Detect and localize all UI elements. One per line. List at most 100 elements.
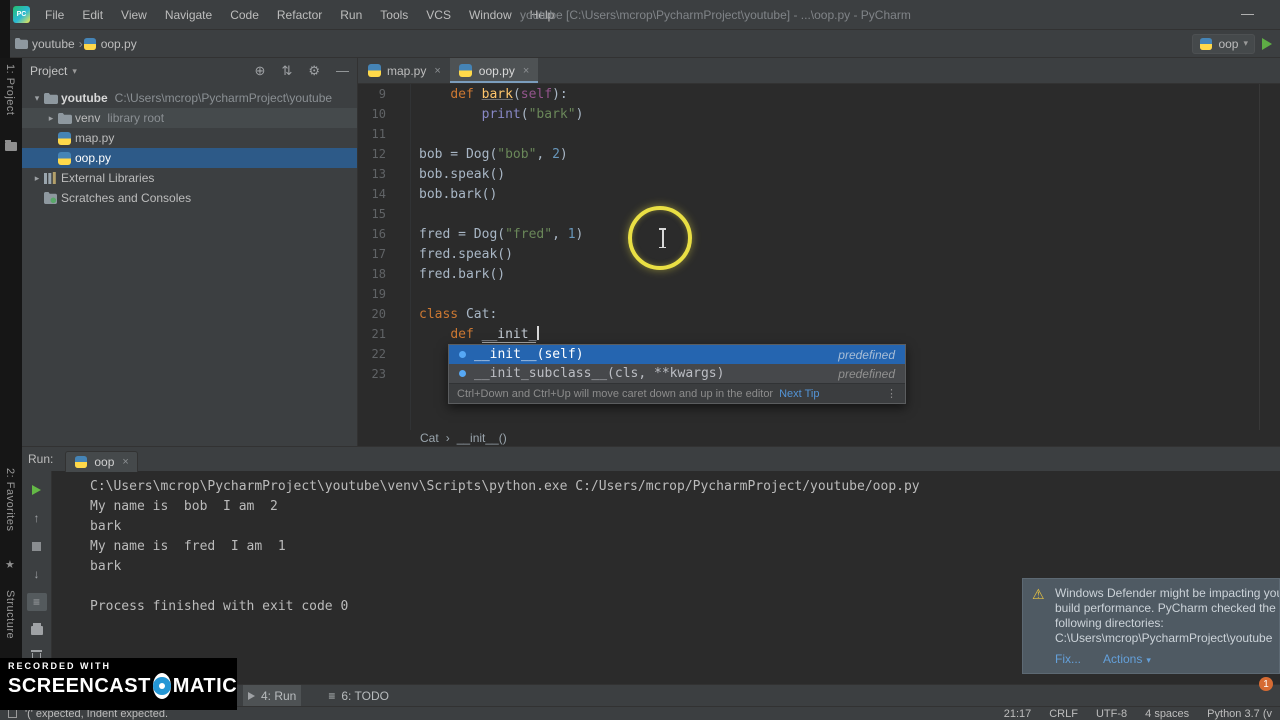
expand-collapse-icon[interactable]: ⇅	[281, 63, 292, 79]
toolwindow-toggle-icon[interactable]	[8, 709, 17, 718]
rerun-button[interactable]	[27, 481, 47, 499]
code-text: class Cat:	[419, 307, 498, 322]
tool-button-project[interactable]: 1: Project	[4, 64, 16, 115]
method-icon	[459, 351, 466, 358]
completion-popup: __init__(self) predefined __init_subclass_…	[448, 344, 906, 404]
code-line: 17 fred.speak()	[358, 244, 1280, 264]
tree-item-external-libraries[interactable]: ▸ External Libraries	[22, 168, 357, 188]
editor-tab-oop-py[interactable]: oop.py ×	[449, 58, 539, 83]
up-stack-button[interactable]: ↑	[27, 509, 47, 527]
menu-view[interactable]: View	[112, 0, 156, 30]
console-line: My name is bob I am 2	[90, 499, 278, 514]
python-run-config-icon	[1199, 37, 1213, 50]
tree-item-map-py[interactable]: map.py	[22, 128, 357, 148]
print-button[interactable]	[27, 621, 47, 639]
more-options-icon[interactable]: ⋮	[886, 387, 897, 400]
tree-item-youtube[interactable]: ▾ youtube C:\Users\mcrop\PycharmProject\yo…	[22, 88, 357, 108]
todo-list-icon: ≡	[328, 688, 336, 703]
completion-tail: predefined	[838, 366, 895, 381]
editor-tab-map-py[interactable]: map.py ×	[358, 58, 450, 83]
menu-window[interactable]: Window	[460, 0, 521, 30]
commit-tool-icon[interactable]	[5, 140, 17, 151]
code-line: 21 def __init_	[358, 324, 1280, 344]
minimize-button[interactable]: —	[1241, 0, 1254, 28]
code-text: print("bark")	[481, 107, 584, 122]
down-stack-button[interactable]: ↓	[27, 565, 47, 583]
menu-code[interactable]: Code	[221, 0, 268, 30]
event-count-badge[interactable]: 1	[1259, 677, 1273, 691]
tool-button-run[interactable]: 4: Run	[243, 684, 302, 707]
run-console-tab[interactable]: oop ×	[65, 450, 138, 472]
tree-toggle-icon[interactable]: ▸	[44, 113, 58, 124]
menu-refactor[interactable]: Refactor	[268, 0, 331, 30]
code-text: fred = Dog("fred", 1)	[419, 227, 584, 242]
tree-item-label: youtube	[61, 91, 108, 105]
completion-hint-text: Ctrl+Down and Ctrl+Up will move caret do…	[457, 387, 774, 400]
editor-breadcrumbs: Cat › __init__()	[358, 430, 1280, 446]
tool-button-structure[interactable]: Structure	[4, 590, 16, 639]
code-line: 9 def bark(self):	[358, 84, 1280, 104]
line-number: 20	[371, 307, 386, 321]
tree-item-scratches-and-consoles[interactable]: Scratches and Consoles	[22, 188, 357, 208]
tree-toggle-icon[interactable]: ▾	[30, 93, 44, 104]
tree-toggle-icon[interactable]: ▸	[30, 173, 44, 184]
status-item[interactable]: UTF-8	[1096, 708, 1127, 720]
line-number: 21	[371, 327, 386, 341]
tool-button-favorites[interactable]: 2: Favorites	[4, 468, 16, 531]
close-tab-icon[interactable]: ×	[523, 65, 529, 77]
tool-button-todo[interactable]: ≡ 6: TODO	[323, 685, 394, 707]
menu-edit[interactable]: Edit	[73, 0, 112, 30]
code-line: 13 bob.speak()	[358, 164, 1280, 184]
project-panel-title[interactable]: Project	[30, 64, 67, 78]
tree-item-oop-py[interactable]: oop.py	[22, 148, 357, 168]
menu-file[interactable]: File	[36, 0, 73, 30]
settings-gear-icon[interactable]: ⚙	[308, 63, 320, 79]
notification-balloon[interactable]: ⚠ Windows Defender might be impacting yo…	[1022, 578, 1280, 674]
menu-vcs[interactable]: VCS	[417, 0, 460, 30]
close-tab-icon[interactable]: ×	[434, 65, 440, 77]
menu-run[interactable]: Run	[331, 0, 371, 30]
hide-panel-icon[interactable]: —	[336, 63, 349, 79]
code-line: 12 bob = Dog("bob", 2)	[358, 144, 1280, 164]
status-item[interactable]: Python 3.7 (v	[1207, 708, 1272, 720]
python-icon	[58, 131, 75, 145]
completion-item[interactable]: __init_subclass__(cls, **kwargs) predefin…	[449, 364, 905, 383]
breadcrumb-class[interactable]: Cat	[420, 431, 439, 445]
code-line: 15	[358, 204, 1280, 224]
cursor-highlight	[628, 206, 692, 270]
status-item[interactable]: CRLF	[1049, 708, 1078, 720]
completion-tail: predefined	[838, 347, 895, 362]
tree-item-label: venv	[75, 111, 101, 125]
library-icon	[44, 172, 61, 184]
code-text: fred.bark()	[419, 267, 506, 282]
soft-wrap-button[interactable]: ≡	[26, 593, 47, 611]
fix-link[interactable]: Fix...	[1055, 652, 1081, 666]
status-item[interactable]: 21:17	[1004, 708, 1032, 720]
tree-item-venv[interactable]: ▸ venv library root	[22, 108, 357, 128]
menu-bar: File Edit View Navigate Code Refactor Run Tools…	[36, 0, 563, 30]
status-item[interactable]: 4 spaces	[1145, 708, 1189, 720]
line-number: 18	[371, 267, 386, 281]
python-file-icon	[367, 64, 381, 77]
line-number: 19	[371, 287, 386, 301]
next-tip-link[interactable]: Next Tip	[779, 388, 819, 400]
actions-link[interactable]: Actions ▾	[1103, 652, 1151, 666]
right-margin-guide	[1259, 84, 1260, 430]
run-configuration-select[interactable]: oop ▾	[1192, 33, 1255, 54]
completion-item[interactable]: __init__(self) predefined	[449, 345, 905, 364]
line-number: 9	[378, 87, 386, 101]
breadcrumb-project[interactable]: youtube	[32, 37, 75, 51]
breadcrumb-method[interactable]: __init__()	[457, 431, 507, 445]
stop-button[interactable]	[27, 537, 47, 555]
chevron-down-icon: ▾	[1243, 38, 1248, 48]
locate-file-icon[interactable]: ⊕	[255, 63, 266, 79]
chevron-down-icon: ▾	[1146, 655, 1151, 665]
breadcrumb-file[interactable]: oop.py	[101, 37, 137, 51]
run-panel-label: Run:	[28, 452, 54, 466]
star-icon[interactable]: ★	[5, 558, 15, 571]
menu-navigate[interactable]: Navigate	[156, 0, 221, 30]
text-caret	[537, 326, 539, 340]
run-button[interactable]	[1262, 37, 1272, 50]
menu-tools[interactable]: Tools	[371, 0, 417, 30]
close-tab-icon[interactable]: ×	[122, 456, 128, 468]
